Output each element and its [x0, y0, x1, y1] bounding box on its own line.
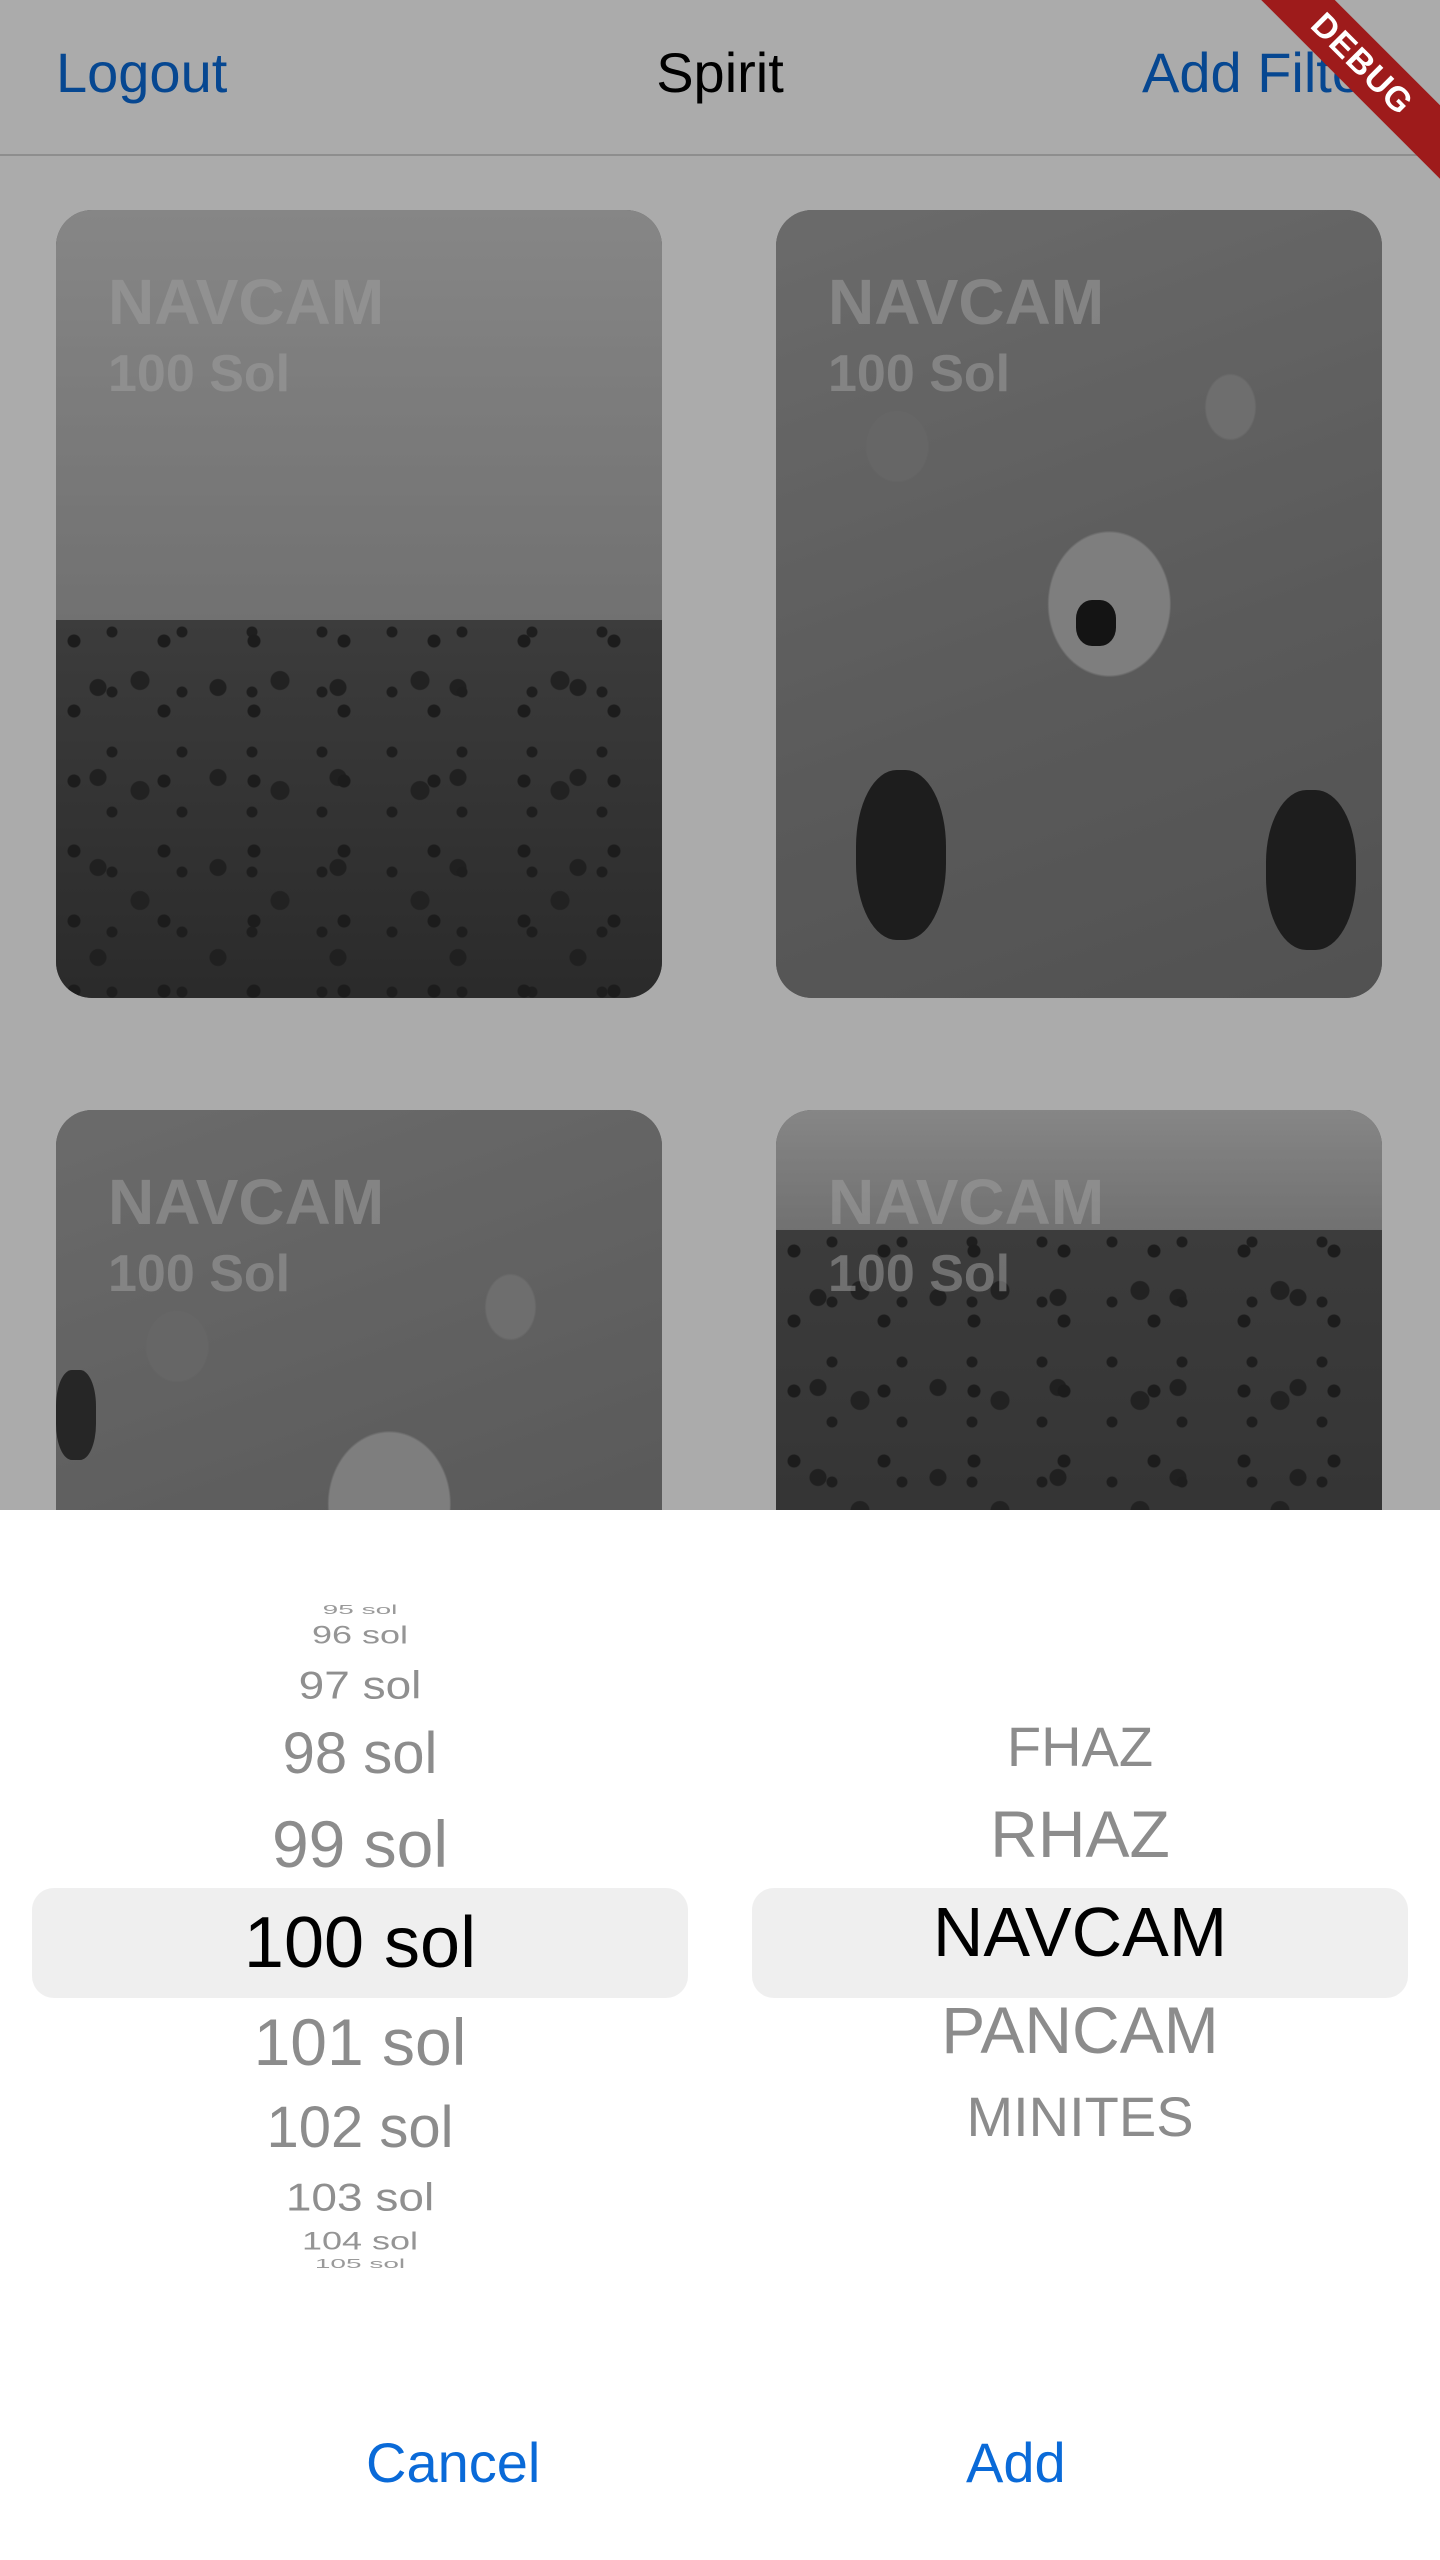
camera-picker-item[interactable]: MINITES — [752, 2084, 1408, 2149]
camera-picker-item[interactable]: RHAZ — [752, 1796, 1408, 1872]
camera-picker-selected-item[interactable]: NAVCAM — [752, 1892, 1408, 1972]
sol-picker-item[interactable]: 103 sol — [32, 2174, 688, 2220]
add-button[interactable]: Add — [966, 2430, 1066, 2495]
sol-picker-item[interactable]: 104 sol — [32, 2226, 688, 2255]
sol-picker-item[interactable]: 99 sol — [32, 1806, 688, 1882]
camera-picker[interactable]: FHAZ RHAZ NAVCAM PANCAM MINITES — [752, 1510, 1408, 2310]
camera-picker-item[interactable]: PANCAM — [752, 1992, 1408, 2068]
camera-picker-item[interactable]: FHAZ — [752, 1714, 1408, 1779]
sol-picker-item[interactable]: 101 sol — [32, 2004, 688, 2080]
sol-picker-item[interactable]: 97 sol — [32, 1662, 688, 1708]
sol-picker-item[interactable]: 105 sol — [32, 2257, 688, 2271]
sol-picker-item[interactable]: 98 sol — [32, 1720, 688, 1787]
filter-sheet: 95 sol 96 sol 97 sol 98 sol 99 sol 100 s… — [0, 1510, 1440, 2560]
modal-scrim[interactable] — [0, 0, 1440, 1510]
sol-picker-selected-item[interactable]: 100 sol — [32, 1902, 688, 1984]
sol-picker-item[interactable]: 102 sol — [32, 2094, 688, 2161]
sol-picker-item[interactable]: 96 sol — [32, 1620, 688, 1649]
cancel-button[interactable]: Cancel — [366, 2430, 540, 2495]
sol-picker-item[interactable]: 95 sol — [32, 1603, 688, 1617]
sol-picker[interactable]: 95 sol 96 sol 97 sol 98 sol 99 sol 100 s… — [32, 1510, 688, 2310]
